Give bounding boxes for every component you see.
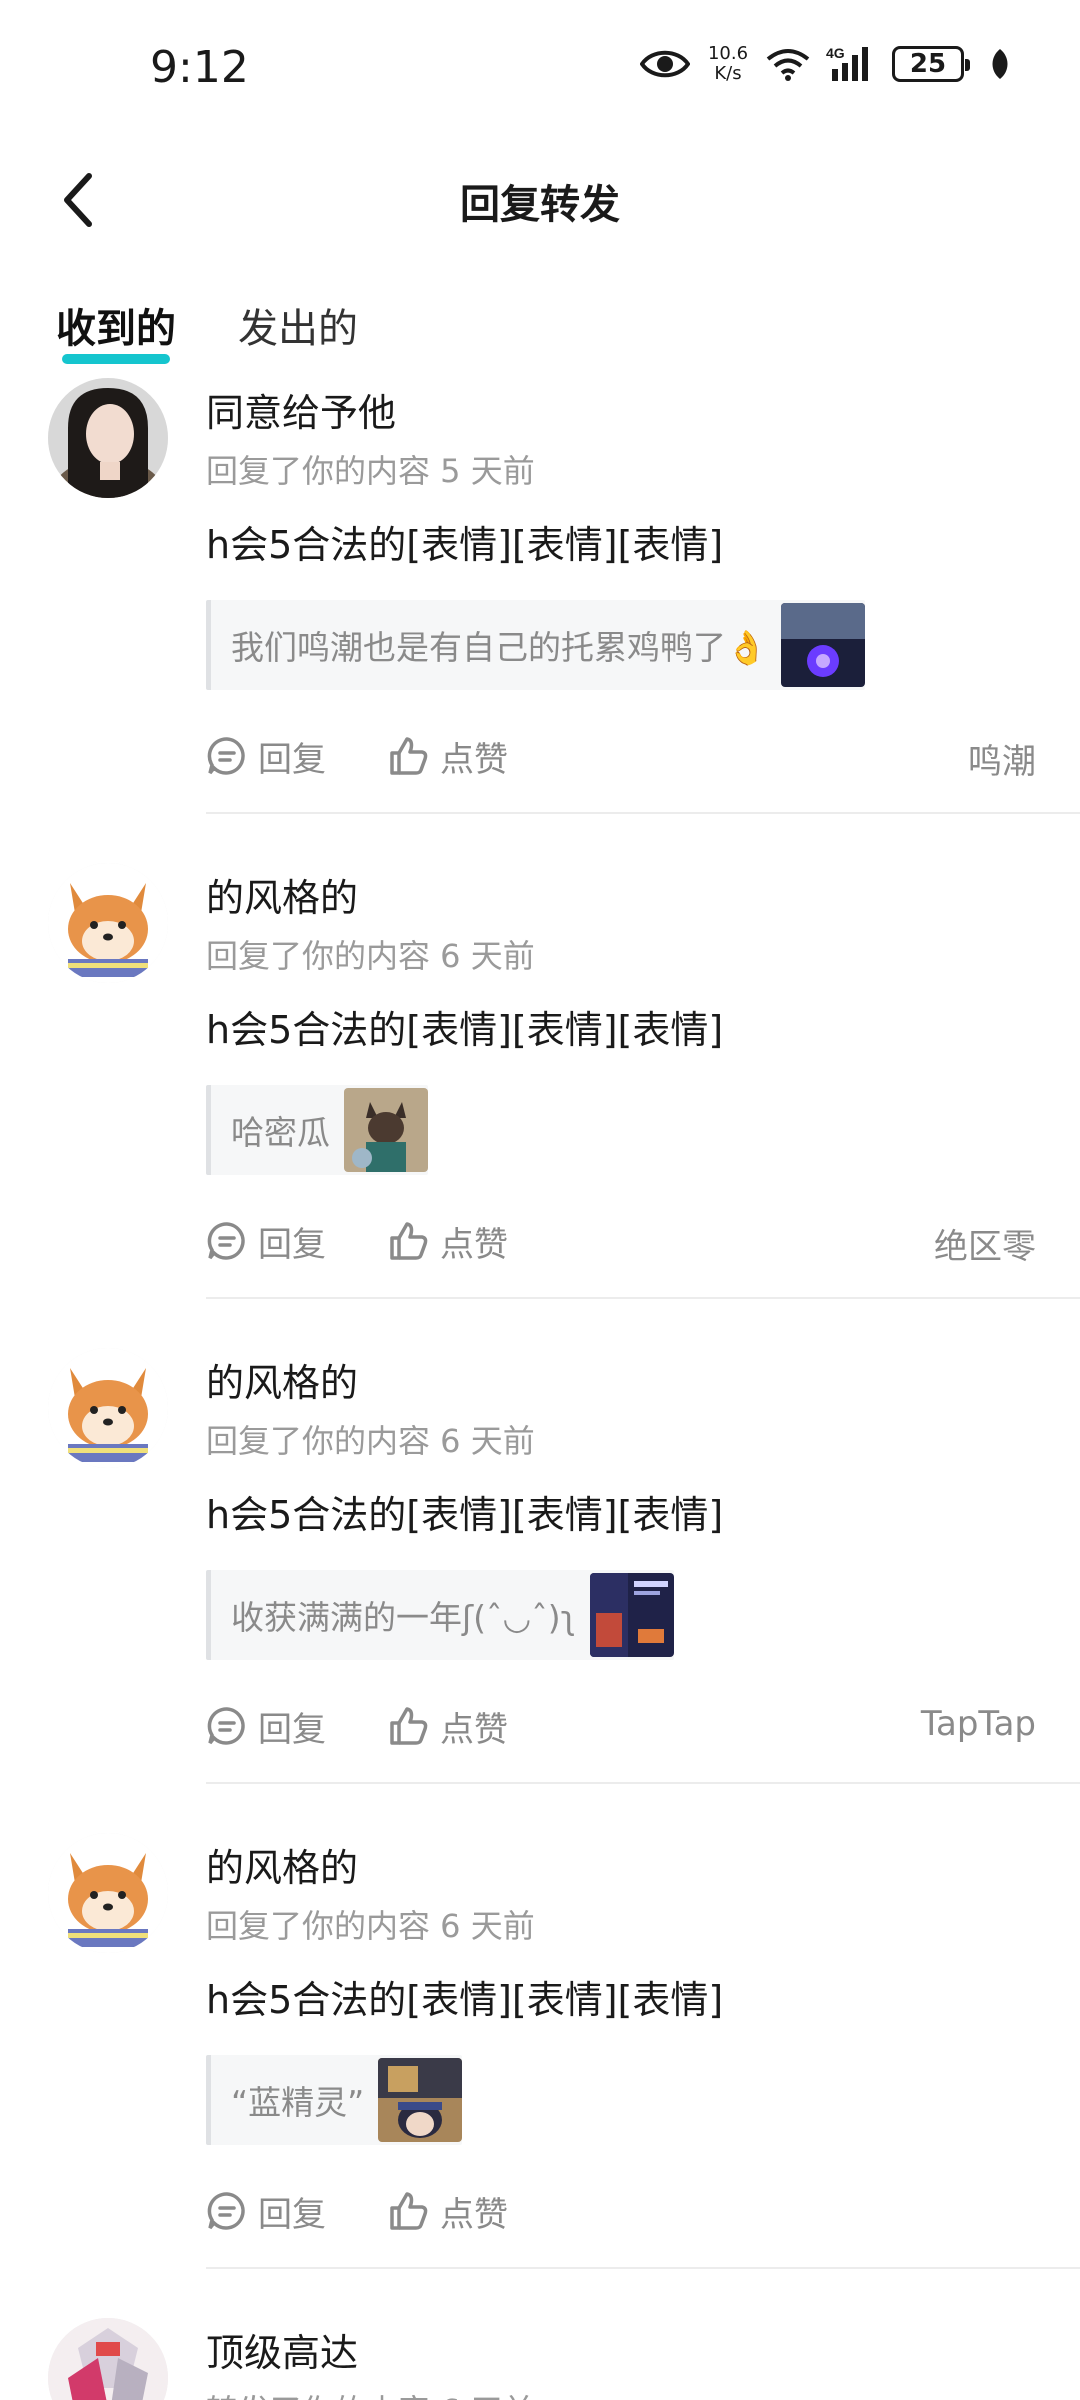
tab-bar: 收到的 发出的 <box>56 296 358 366</box>
status-bar: 9:12 10.6 K/s 4G 25 <box>0 0 1080 140</box>
quoted-post[interactable]: 收获满满的一年ʃ(ˆ◡ˆ)ʅ <box>206 1570 674 1660</box>
quoted-thumbnail <box>781 603 866 687</box>
comment-icon <box>207 1707 245 1745</box>
reply-button[interactable]: 回复 <box>206 2187 326 2236</box>
like-button[interactable]: 点赞 <box>388 1217 508 1266</box>
wifi-icon <box>766 47 810 81</box>
item-actions: 回复 点赞 鸣潮 <box>206 728 1036 784</box>
net-speed-unit: K/s <box>714 63 742 84</box>
user-name[interactable]: 的风格的 <box>206 867 358 922</box>
user-name[interactable]: 的风格的 <box>206 1352 358 1407</box>
thumbs-up-icon <box>390 1707 428 1745</box>
reply-list: 同意给予他 回复了你的内容 5 天前 h会5合法的[表情][表情][表情] 我们… <box>0 370 1080 2400</box>
reply-meta: 回复了你的内容 6 天前 <box>206 1422 535 1460</box>
user-name[interactable]: 顶级高达 <box>206 2322 358 2377</box>
avatar[interactable] <box>48 378 168 498</box>
item-actions: 回复 点赞 绝区零 <box>206 1213 1036 1269</box>
like-label: 点赞 <box>440 739 508 780</box>
leaf-icon <box>990 47 1010 81</box>
divider <box>206 812 1080 814</box>
like-button[interactable]: 点赞 <box>388 732 508 781</box>
quoted-text: 哈密瓜 <box>231 1113 330 1152</box>
like-label: 点赞 <box>440 1709 508 1750</box>
comment-icon <box>207 737 245 775</box>
reply-button[interactable]: 回复 <box>206 1217 326 1266</box>
tab-sent-label: 发出的 <box>238 306 358 352</box>
svg-text:4G: 4G <box>826 45 845 61</box>
reply-button[interactable]: 回复 <box>206 1702 326 1751</box>
reply-content: h会5合法的[表情][表情][表情] <box>206 1008 724 1052</box>
like-label: 点赞 <box>440 2194 508 2235</box>
quoted-post[interactable]: 我们鸣潮也是有自己的托累鸡鸭了👌 <box>206 600 866 690</box>
quoted-text: 收获满满的一年ʃ(ˆ◡ˆ)ʅ <box>231 1598 576 1637</box>
source-tag[interactable]: 鸣潮 <box>968 734 1036 783</box>
reply-meta: 转发了你的内容 6 天前 <box>206 2386 535 2400</box>
quoted-text: “蓝精灵” <box>231 2083 365 2122</box>
quoted-post[interactable]: “蓝精灵” <box>206 2055 463 2145</box>
like-label: 点赞 <box>440 1224 508 1265</box>
tab-sent[interactable]: 发出的 <box>238 296 358 366</box>
battery-icon: 25 <box>892 46 970 82</box>
thumbs-up-icon <box>390 1222 428 1260</box>
source-tag[interactable]: 绝区零 <box>934 1219 1036 1268</box>
reply-meta: 回复了你的内容 6 天前 <box>206 937 535 975</box>
net-speed: 10.6 K/s <box>706 44 750 84</box>
divider <box>206 2267 1080 2269</box>
quoted-post[interactable]: 哈密瓜 <box>206 1085 428 1175</box>
reply-meta: 回复了你的内容 6 天前 <box>206 1907 535 1945</box>
list-item[interactable]: 的风格的 回复了你的内容 6 天前 h会5合法的[表情][表情][表情] 哈密瓜… <box>0 855 1080 1340</box>
like-button[interactable]: 点赞 <box>388 1702 508 1751</box>
reply-label: 回复 <box>258 2194 326 2235</box>
quoted-thumbnail <box>378 2058 463 2142</box>
header: 回复转发 <box>0 150 1080 250</box>
list-item[interactable]: 的风格的 回复了你的内容 6 天前 h会5合法的[表情][表情][表情] 收获满… <box>0 1340 1080 1825</box>
divider <box>206 1782 1080 1784</box>
item-actions: 回复 点赞 <box>206 2183 1036 2239</box>
reply-label: 回复 <box>258 1709 326 1750</box>
status-icons: 10.6 K/s 4G 25 <box>640 44 1010 84</box>
user-name[interactable]: 同意给予他 <box>206 382 396 437</box>
net-speed-value: 10.6 <box>707 43 749 64</box>
reply-content: h会5合法的[表情][表情][表情] <box>206 523 724 567</box>
reply-meta: 回复了你的内容 5 天前 <box>206 452 535 490</box>
list-item[interactable]: 同意给予他 回复了你的内容 5 天前 h会5合法的[表情][表情][表情] 我们… <box>0 370 1080 855</box>
reply-label: 回复 <box>258 1224 326 1265</box>
reply-button[interactable]: 回复 <box>206 732 326 781</box>
list-item[interactable]: 顶级高达 转发了你的内容 6 天前 <box>0 2310 1080 2400</box>
avatar[interactable] <box>48 1833 168 1953</box>
status-time: 9:12 <box>150 42 249 93</box>
quoted-thumbnail <box>589 1573 674 1657</box>
reply-label: 回复 <box>258 739 326 780</box>
tab-received[interactable]: 收到的 <box>56 296 176 366</box>
thumbs-up-icon <box>390 2192 428 2230</box>
source-tag[interactable]: TapTap <box>921 1704 1036 1744</box>
item-actions: 回复 点赞 TapTap <box>206 1698 1036 1754</box>
tab-received-label: 收到的 <box>56 306 176 352</box>
signal-4g-icon: 4G <box>826 45 876 83</box>
quoted-text: 我们鸣潮也是有自己的托累鸡鸭了👌 <box>231 628 768 667</box>
comment-icon <box>207 2192 245 2230</box>
reply-content: h会5合法的[表情][表情][表情] <box>206 1493 724 1537</box>
list-item[interactable]: 的风格的 回复了你的内容 6 天前 h会5合法的[表情][表情][表情] “蓝精… <box>0 1825 1080 2310</box>
avatar[interactable] <box>48 2318 168 2400</box>
like-button[interactable]: 点赞 <box>388 2187 508 2236</box>
avatar[interactable] <box>48 863 168 983</box>
thumbs-up-icon <box>390 737 428 775</box>
tab-active-indicator <box>62 354 170 364</box>
quoted-thumbnail <box>344 1088 428 1172</box>
avatar[interactable] <box>48 1348 168 1468</box>
comment-icon <box>207 1222 245 1260</box>
user-name[interactable]: 的风格的 <box>206 1837 358 1892</box>
divider <box>206 1297 1080 1299</box>
eye-icon <box>640 47 690 81</box>
page-title: 回复转发 <box>460 182 620 228</box>
reply-content: h会5合法的[表情][表情][表情] <box>206 1978 724 2022</box>
